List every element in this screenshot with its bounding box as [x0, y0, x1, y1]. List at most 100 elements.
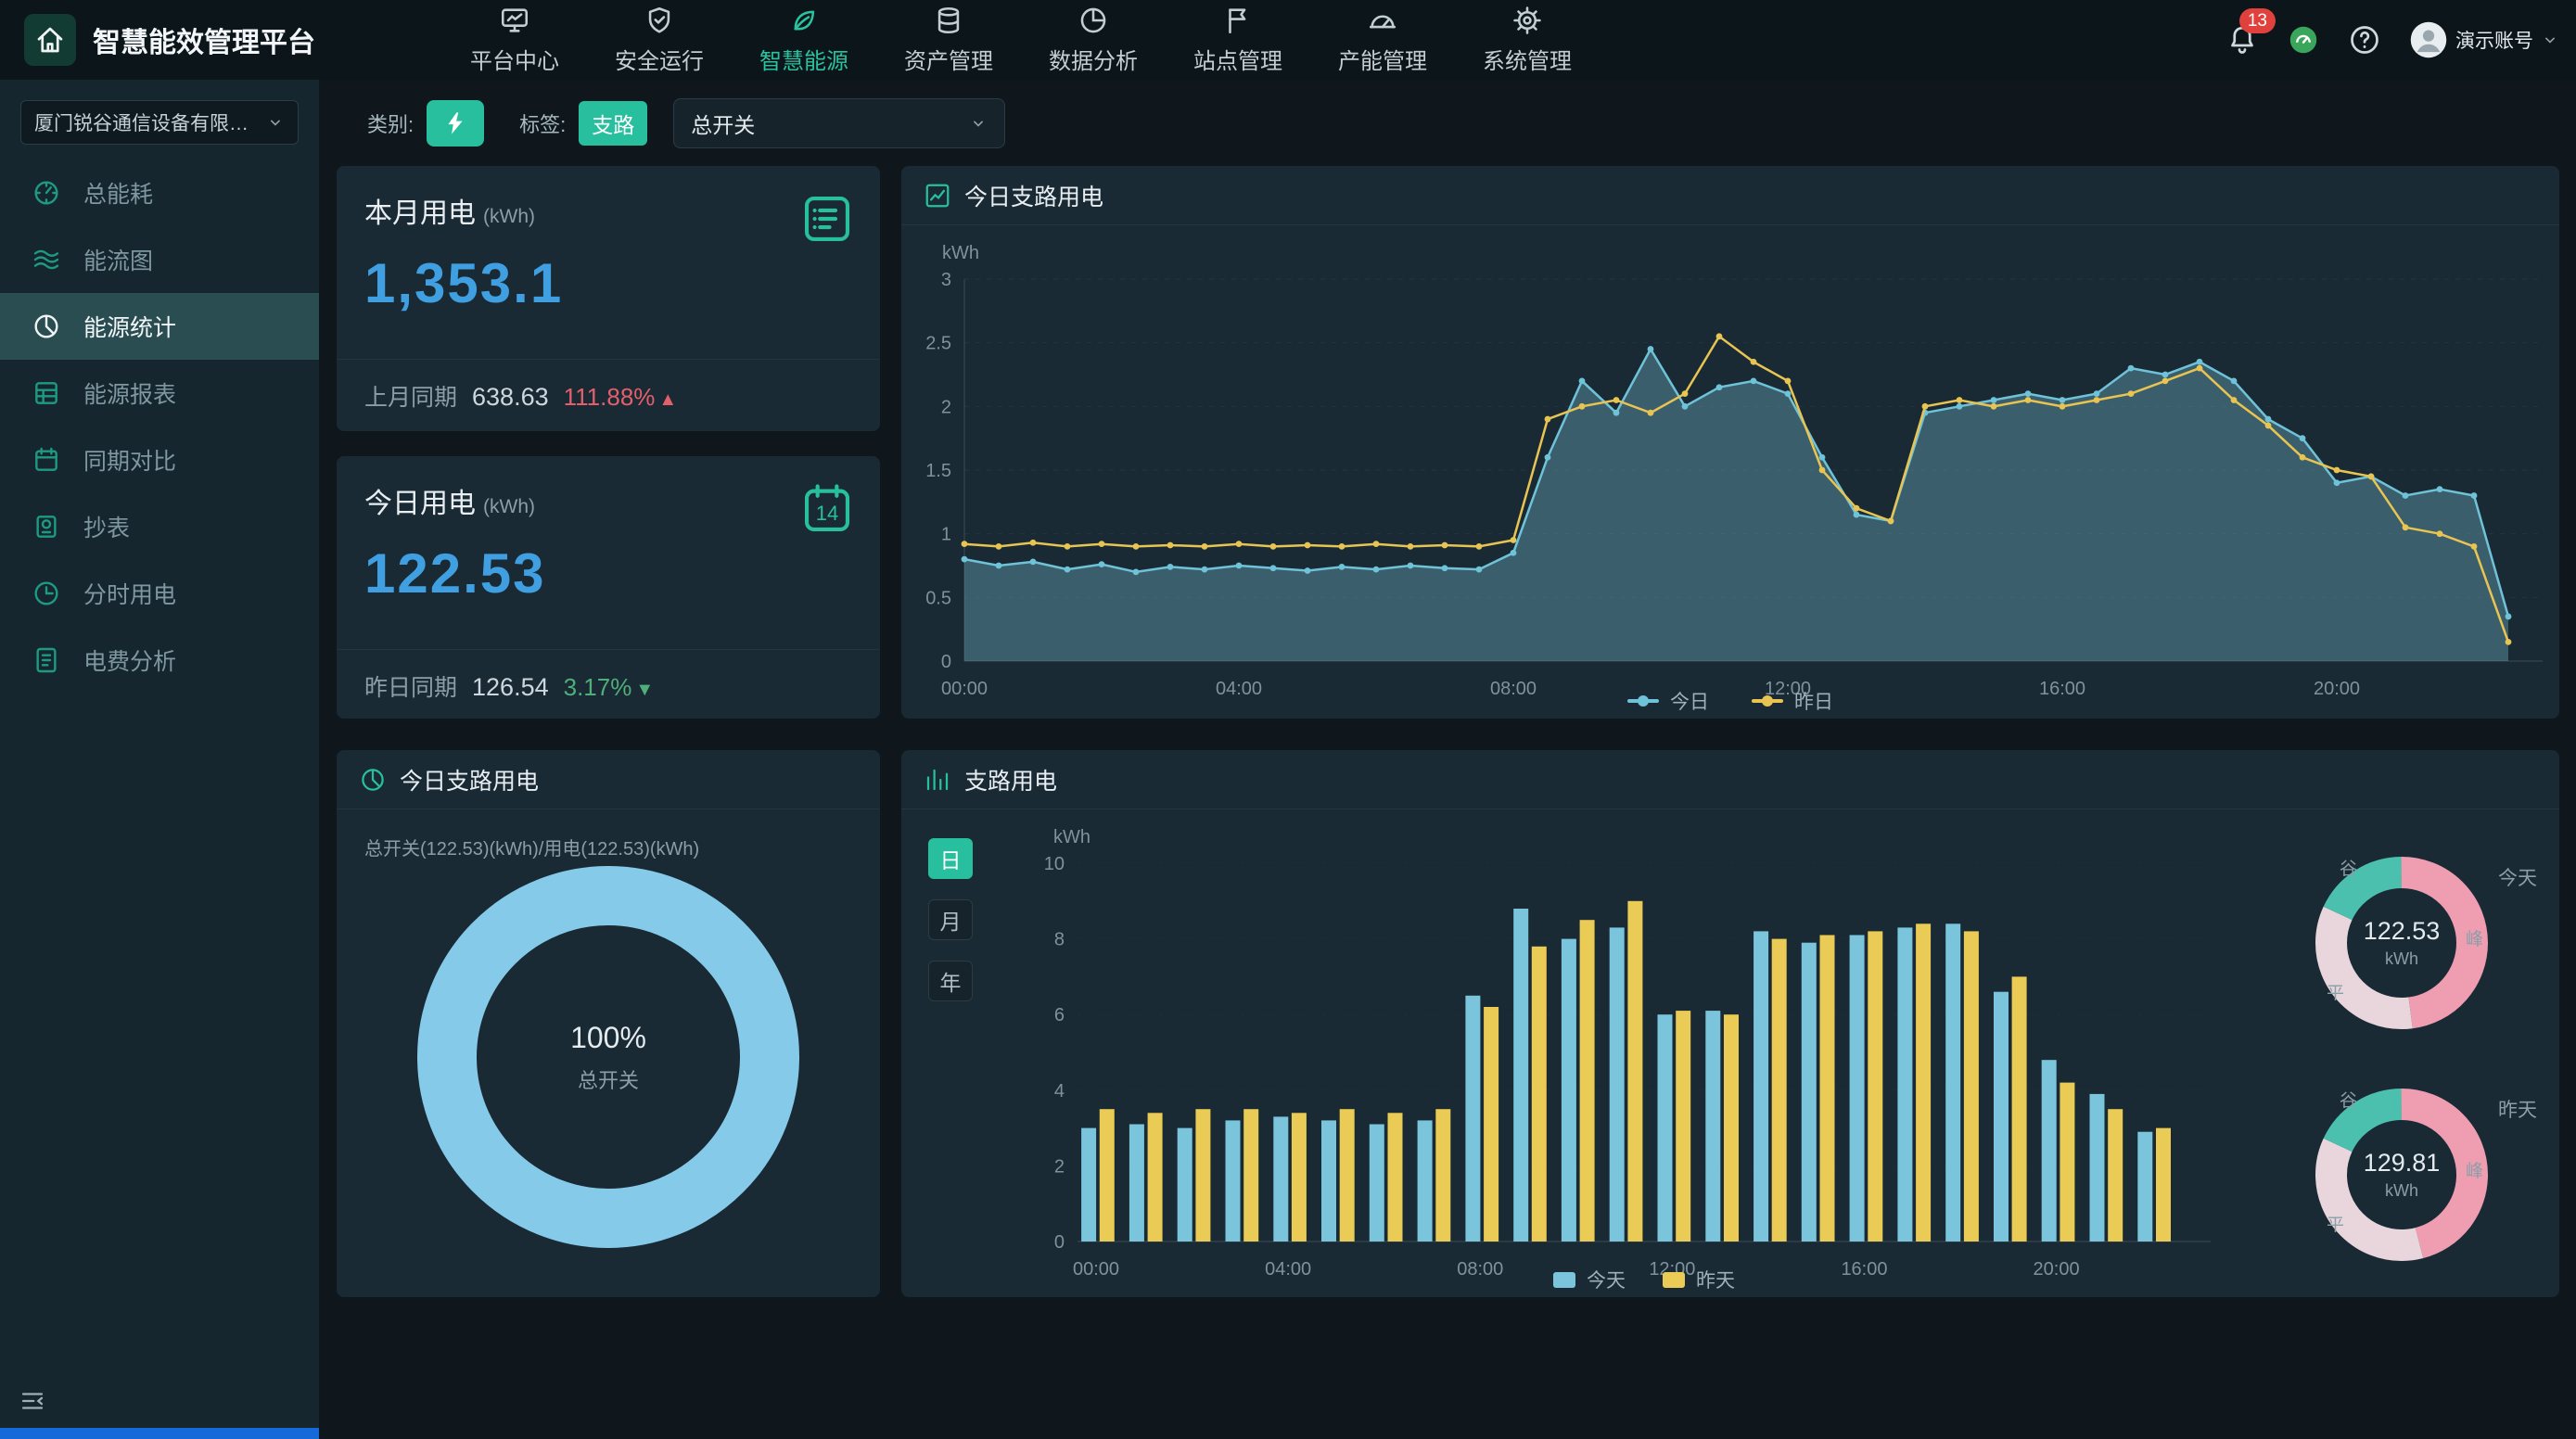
- svg-text:0: 0: [1054, 1232, 1065, 1253]
- today-usage-card: 今日用电(kWh) 14 122.53 昨日同期 126.54 3.17%▼: [337, 456, 880, 719]
- nav-label: 数据分析: [1049, 43, 1138, 75]
- dashboard-screen-button[interactable]: [2287, 23, 2320, 57]
- legend-item-today[interactable]: 今天: [1553, 1266, 1626, 1293]
- sidebar-item-label: 抄表: [83, 510, 130, 543]
- nav-label: 站点管理: [1193, 43, 1282, 75]
- month-usage-card: 本月用电(kWh) 1,353.1 上月同期 638.63 111.88%▲: [337, 166, 880, 431]
- gauge-icon: [1367, 5, 1398, 36]
- gear-icon: [1511, 5, 1543, 36]
- account-label: 演示账号: [2455, 26, 2533, 54]
- svg-text:2: 2: [941, 397, 951, 417]
- total-energy-gauge-icon: [32, 178, 61, 208]
- legend-item-today[interactable]: 今日: [1627, 687, 1709, 715]
- legend-label: 今天: [1587, 1266, 1626, 1293]
- tag-label: 标签:: [519, 108, 566, 138]
- today-series-marker-icon: [1627, 699, 1659, 703]
- legend-item-yesterday[interactable]: 昨天: [1663, 1266, 1735, 1293]
- nav-item-system[interactable]: 系统管理: [1471, 5, 1584, 75]
- sidebar: 厦门锐谷通信设备有限公司 总能耗 能流图 能源统计 能源报表 同期对比 抄表: [0, 80, 319, 1439]
- svg-text:4: 4: [1054, 1081, 1065, 1102]
- month-usage-value: 1,353.1: [364, 251, 563, 315]
- flat-segment-label: 平: [2327, 1211, 2344, 1236]
- bar-chart-icon: [924, 766, 951, 794]
- today-compare-label: 昨日同期: [364, 669, 457, 703]
- branch-usage-bar-chart: 024681000:0004:0008:0012:0016:0020:00kWh: [901, 809, 2559, 1297]
- sidebar-item-period-compare[interactable]: 同期对比: [0, 427, 319, 493]
- sidebar-item-tou-power[interactable]: 分时用电: [0, 560, 319, 627]
- svg-text:1.5: 1.5: [925, 461, 951, 481]
- category-label: 类别:: [367, 108, 414, 138]
- donut-card-title: 今日支路用电: [400, 763, 539, 796]
- sidebar-item-energy-report[interactable]: 能源报表: [0, 360, 319, 427]
- notification-button[interactable]: 13: [2225, 23, 2259, 57]
- site-flag-icon: [1222, 5, 1254, 36]
- sidebar-bottom-accent: [0, 1428, 319, 1439]
- valley-segment-label: 谷: [2340, 1087, 2357, 1112]
- svg-text:2.5: 2.5: [925, 334, 951, 354]
- valley-segment-label: 谷: [2340, 855, 2357, 880]
- nav-label: 系统管理: [1483, 43, 1572, 75]
- sidebar-item-label: 同期对比: [83, 443, 176, 477]
- month-list-icon: [798, 190, 856, 248]
- topbar: 智慧能效管理平台 平台中心 安全运行 智慧能源 资产管理 数据分析 站点管理: [0, 0, 2576, 80]
- nav-item-data-analysis[interactable]: 数据分析: [1037, 5, 1150, 75]
- avatar: [2409, 20, 2448, 59]
- report-table-icon: [32, 378, 61, 408]
- legend-item-yesterday[interactable]: 昨日: [1752, 687, 1833, 715]
- today-usage-unit: (kWh): [483, 496, 535, 517]
- donut-ring: [2314, 855, 2490, 1031]
- divider: [337, 359, 880, 360]
- chevron-down-icon: [2541, 31, 2559, 49]
- cost-document-icon: [32, 645, 61, 675]
- nav-item-assets[interactable]: 资产管理: [892, 5, 1005, 75]
- help-icon: [2348, 23, 2381, 57]
- sidebar-collapse-button[interactable]: [19, 1387, 46, 1415]
- yesterday-series-marker-icon: [1752, 699, 1783, 703]
- sidebar-item-label: 分时用电: [83, 577, 176, 610]
- tou-donut-yesterday-chart: 129.81 kWh 峰 平 谷: [2314, 1087, 2490, 1263]
- today-change: 3.17%▼: [564, 673, 655, 702]
- bar-chart-body: 日 月 年 024681000:0004:0008:0012:0016:0020…: [901, 809, 2559, 1297]
- clock-icon: [32, 579, 61, 608]
- sidebar-item-label: 总能耗: [83, 176, 153, 210]
- switch-select-dropdown[interactable]: 总开关: [673, 98, 1005, 148]
- pie-chart-icon: [359, 766, 387, 794]
- user-menu[interactable]: 演示账号: [2409, 20, 2559, 59]
- help-button[interactable]: [2348, 23, 2381, 57]
- sidebar-item-energy-stats[interactable]: 能源统计: [0, 293, 319, 360]
- nav-item-safety[interactable]: 安全运行: [603, 5, 716, 75]
- donut-card-subtitle: 总开关(122.53)(kWh)/用电(122.53)(kWh): [364, 834, 880, 860]
- sidebar-item-meter-reading[interactable]: 抄表: [0, 493, 319, 560]
- dashboard-icon: [2287, 23, 2320, 57]
- today-usage-value: 122.53: [364, 541, 546, 605]
- month-usage-title: 本月用电: [364, 198, 476, 229]
- company-select[interactable]: 厦门锐谷通信设备有限公司: [20, 100, 299, 145]
- svg-text:0: 0: [941, 652, 951, 672]
- svg-text:kWh: kWh: [942, 243, 979, 263]
- up-arrow-icon: ▲: [658, 389, 677, 411]
- peak-segment-label: 峰: [2466, 1157, 2483, 1182]
- sidebar-item-label: 能流图: [83, 243, 153, 276]
- nav-item-platform-center[interactable]: 平台中心: [458, 5, 571, 75]
- sidebar-item-energy-flow[interactable]: 能流图: [0, 226, 319, 293]
- chevron-down-icon: [266, 113, 285, 132]
- today-usage-title: 今日用电: [364, 489, 476, 519]
- primary-nav: 平台中心 安全运行 智慧能源 资产管理 数据分析 站点管理 产能管理 系统管理: [458, 5, 1584, 75]
- category-electricity-button[interactable]: [427, 100, 484, 146]
- nav-item-sites[interactable]: 站点管理: [1181, 5, 1294, 75]
- yesterday-bar-marker-icon: [1663, 1272, 1685, 1288]
- sidebar-item-total-energy[interactable]: 总能耗: [0, 159, 319, 226]
- branch-tag-button[interactable]: 支路: [579, 101, 647, 146]
- nav-item-smart-energy[interactable]: 智慧能源: [747, 5, 861, 75]
- svg-text:8: 8: [1054, 930, 1065, 950]
- sidebar-item-cost-analysis[interactable]: 电费分析: [0, 627, 319, 694]
- app-logo: 智慧能效管理平台: [0, 14, 319, 66]
- sidebar-menu: 总能耗 能流图 能源统计 能源报表 同期对比 抄表 分时用电 电费分析: [0, 159, 319, 694]
- bar-chart-legend: 今天 昨天: [1078, 1266, 2211, 1293]
- nav-item-capacity[interactable]: 产能管理: [1326, 5, 1439, 75]
- today-compare-value: 126.54: [472, 673, 549, 702]
- svg-text:6: 6: [1054, 1005, 1065, 1025]
- tou-donut-today-label: 今天: [2498, 863, 2537, 891]
- company-name: 厦门锐谷通信设备有限公司: [34, 108, 266, 136]
- notification-badge: 13: [2239, 8, 2276, 33]
